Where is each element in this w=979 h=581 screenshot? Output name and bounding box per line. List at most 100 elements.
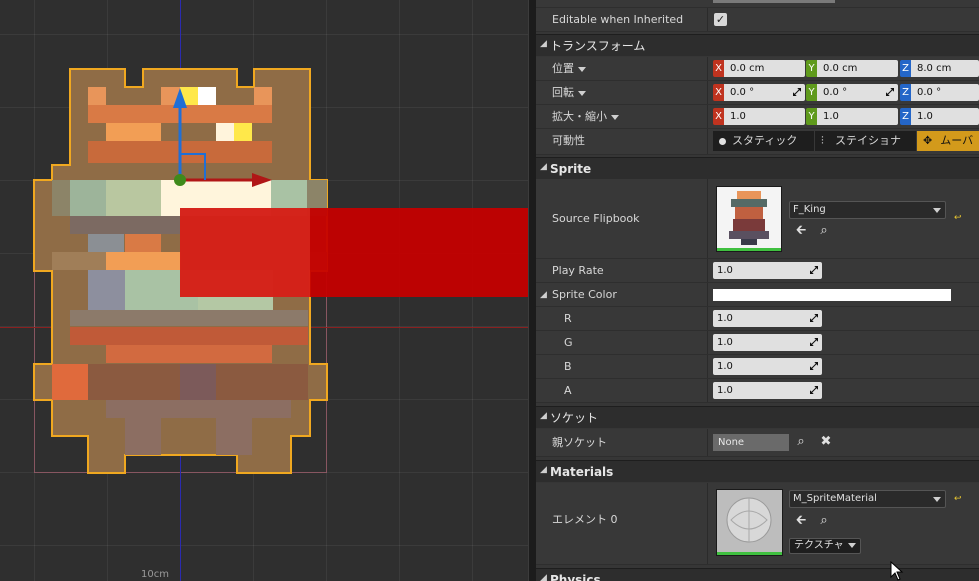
category-sprite-label: Sprite xyxy=(550,162,592,176)
details-panel: Editable when Inherited ✓ ◢ トランスフォーム 位置 … xyxy=(536,0,979,581)
panel-splitter[interactable] xyxy=(528,0,536,581)
spin-arrows-icon[interactable] xyxy=(886,88,894,96)
sprite-viewport[interactable]: 10cm xyxy=(0,0,528,581)
category-sprite[interactable]: ◢ Sprite xyxy=(536,157,979,179)
play-rate-label: Play Rate xyxy=(552,264,604,277)
color-a-field[interactable]: 1.0 xyxy=(713,382,822,399)
stationary-icon: ⫶ xyxy=(821,134,824,147)
clear-close-icon[interactable]: ✖ xyxy=(819,435,833,449)
chevron-down-icon xyxy=(933,497,941,502)
mobility-movable-button[interactable]: ✥ ムーバ xyxy=(917,131,979,151)
location-y-field[interactable]: 0.0 cm xyxy=(817,60,898,77)
scale-x-field[interactable]: 1.0 xyxy=(724,108,805,125)
mouse-cursor-icon xyxy=(890,561,904,581)
rotation-y-field[interactable]: 0.0 ° xyxy=(817,84,898,101)
reset-to-default-icon[interactable]: ↩ xyxy=(954,495,962,504)
category-transform-label: トランスフォーム xyxy=(550,39,646,53)
collapse-triangle-icon: ◢ xyxy=(540,411,547,421)
category-physics-label: Physics xyxy=(550,573,601,581)
rotation-x-field[interactable]: 0.0 ° xyxy=(724,84,805,101)
spin-arrows-icon[interactable] xyxy=(810,314,818,322)
row-editable-when-inherited: Editable when Inherited ✓ xyxy=(536,8,979,32)
category-transform[interactable]: ◢ トランスフォーム xyxy=(536,34,979,56)
color-b-field[interactable]: 1.0 xyxy=(713,358,822,375)
chevron-down-icon xyxy=(578,66,586,72)
mobility-stationary-button[interactable]: ⫶ ステイショナ xyxy=(815,131,916,151)
scale-y[interactable]: Y 1.0 xyxy=(806,108,898,125)
y-axis-badge: Y xyxy=(806,108,817,125)
row-mobility: 可動性 スタティック ⫶ ステイショナ ✥ ムーバ xyxy=(536,129,979,155)
browse-search-icon[interactable]: ⌕ xyxy=(817,224,831,238)
material-combo[interactable]: M_SpriteMaterial xyxy=(789,490,946,508)
mobility-label: 可動性 xyxy=(552,134,585,147)
category-socket[interactable]: ◢ ソケット xyxy=(536,406,979,428)
location-z-field[interactable]: 8.0 cm xyxy=(911,60,979,77)
rotation-mode-dropdown[interactable]: 回転 xyxy=(552,81,586,105)
category-materials[interactable]: ◢ Materials xyxy=(536,460,979,482)
material-element-0-label: エレメント 0 xyxy=(552,513,618,526)
sprite-color-label: Sprite Color xyxy=(552,288,617,301)
rotation-z[interactable]: Z 0.0 ° xyxy=(900,84,979,101)
material-thumbnail[interactable] xyxy=(716,489,783,556)
browse-search-icon[interactable]: ⌕ xyxy=(794,435,808,449)
category-materials-label: Materials xyxy=(550,465,614,479)
scale-x[interactable]: X 1.0 xyxy=(713,108,805,125)
y-axis-badge: Y xyxy=(806,60,817,77)
spin-arrows-icon[interactable] xyxy=(793,88,801,96)
scale-mode-dropdown[interactable]: 拡大・縮小 xyxy=(552,105,619,129)
grid-scale-label: 10cm xyxy=(141,569,169,580)
color-g-field[interactable]: 1.0 xyxy=(713,334,822,351)
location-y[interactable]: Y 0.0 cm xyxy=(806,60,898,77)
scale-z-field[interactable]: 1.0 xyxy=(911,108,979,125)
static-dot-icon xyxy=(719,137,726,145)
location-z[interactable]: Z 8.0 cm xyxy=(900,60,979,77)
row-parent-socket: 親ソケット None ⌕ ✖ xyxy=(536,429,979,457)
color-g-label: G xyxy=(564,336,573,349)
flipbook-thumbnail[interactable] xyxy=(716,186,782,252)
parent-socket-label: 親ソケット xyxy=(552,436,607,449)
spin-arrows-icon[interactable] xyxy=(810,338,818,346)
mobility-static-button[interactable]: スタティック xyxy=(713,131,814,151)
texture-dropdown-button[interactable]: テクスチャ xyxy=(789,538,861,554)
color-r-label: R xyxy=(564,312,572,325)
row-play-rate: Play Rate 1.0 xyxy=(536,259,979,283)
material-sphere-icon xyxy=(726,497,772,543)
browse-search-icon[interactable]: ⌕ xyxy=(817,514,831,528)
sprite-color-swatch[interactable] xyxy=(713,289,951,301)
collapse-triangle-icon: ◢ xyxy=(540,39,547,49)
x-axis-badge: X xyxy=(713,84,724,101)
row-material-element-0: エレメント 0 M_SpriteMaterial ↩ 🡰 ⌕ テクスチャ xyxy=(536,483,979,565)
chevron-down-icon xyxy=(933,208,941,213)
category-physics[interactable]: ◢ Physics xyxy=(536,568,979,581)
source-flipbook-combo[interactable]: F_King xyxy=(789,201,946,219)
spin-arrows-icon[interactable] xyxy=(810,362,818,370)
color-r-field[interactable]: 1.0 xyxy=(713,310,822,327)
row-location: 位置 X 0.0 cm Y 0.0 cm Z 8.0 cm xyxy=(536,57,979,81)
rotation-y[interactable]: Y 0.0 ° xyxy=(806,84,898,101)
scale-z[interactable]: Z 1.0 xyxy=(900,108,979,125)
location-x-field[interactable]: 0.0 cm xyxy=(724,60,805,77)
color-b-label: B xyxy=(564,360,572,373)
chevron-down-icon xyxy=(578,90,586,96)
collapse-triangle-icon: ◢ xyxy=(540,465,547,475)
rotation-x[interactable]: X 0.0 ° xyxy=(713,84,805,101)
color-a-label: A xyxy=(564,384,572,397)
category-socket-label: ソケット xyxy=(550,411,599,425)
source-flipbook-label: Source Flipbook xyxy=(552,212,640,225)
king-sprite[interactable] xyxy=(0,0,528,581)
reset-to-default-icon[interactable]: ↩ xyxy=(954,214,962,223)
use-selected-arrow-icon[interactable]: 🡰 xyxy=(794,514,808,528)
parent-socket-field[interactable]: None xyxy=(713,434,789,451)
collapse-triangle-icon[interactable]: ◢ xyxy=(540,290,547,300)
chevron-down-icon xyxy=(847,542,856,548)
location-mode-dropdown[interactable]: 位置 xyxy=(552,57,586,81)
editable-when-inherited-checkbox[interactable]: ✓ xyxy=(714,13,727,26)
use-selected-arrow-icon[interactable]: 🡰 xyxy=(794,224,808,238)
scale-y-field[interactable]: 1.0 xyxy=(817,108,898,125)
rotation-label: 回転 xyxy=(552,86,574,99)
play-rate-field[interactable]: 1.0 xyxy=(713,262,822,279)
location-x[interactable]: X 0.0 cm xyxy=(713,60,805,77)
spin-arrows-icon[interactable] xyxy=(810,386,818,394)
rotation-z-field[interactable]: 0.0 ° xyxy=(911,84,979,101)
spin-arrows-icon[interactable] xyxy=(810,266,818,274)
